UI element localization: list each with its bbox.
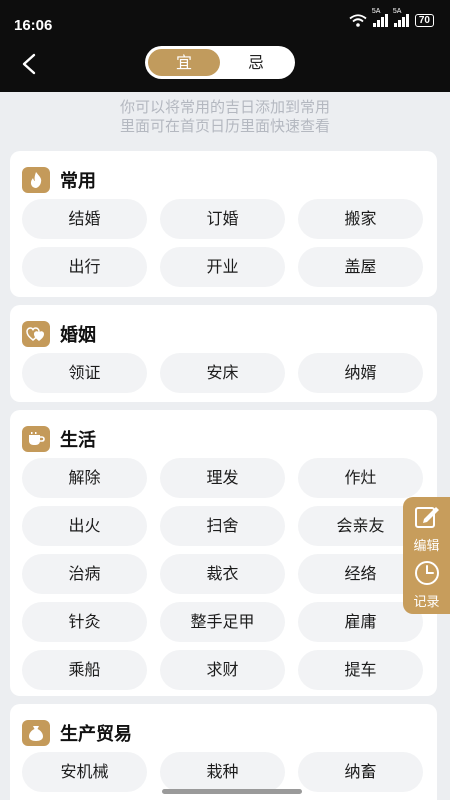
tab-ji[interactable]: 忌 bbox=[220, 49, 292, 76]
edit-icon bbox=[414, 507, 439, 528]
tag-grid: 解除 理发 作灶 出火 扫舍 会亲友 治病 裁衣 经络 针灸 整手足甲 雇庸 乘… bbox=[22, 458, 423, 690]
tag-pill[interactable]: 裁衣 bbox=[160, 554, 285, 594]
sim1-label: 5A bbox=[371, 8, 381, 15]
signal-icon: 5A bbox=[372, 8, 388, 27]
home-indicator[interactable] bbox=[162, 789, 302, 794]
flame-icon bbox=[22, 167, 50, 193]
tag-pill[interactable]: 作灶 bbox=[298, 458, 423, 498]
tag-pill[interactable]: 盖屋 bbox=[298, 247, 423, 287]
tag-pill[interactable]: 治病 bbox=[22, 554, 147, 594]
card-title: 婚姻 bbox=[60, 325, 96, 346]
hint-line-1: 你可以将常用的吉日添加到常用 bbox=[119, 98, 330, 116]
sim2-label: 5A bbox=[392, 8, 402, 15]
edit-button[interactable]: 编辑 bbox=[403, 503, 450, 554]
wifi-icon bbox=[349, 14, 367, 27]
battery-icon: 70 bbox=[414, 14, 434, 27]
status-bar: 16:06 5A 5A 70 bbox=[0, 0, 450, 36]
status-time: 16:06 bbox=[14, 17, 53, 34]
tag-pill[interactable]: 结婚 bbox=[22, 199, 147, 239]
tag-pill[interactable]: 领证 bbox=[22, 353, 147, 393]
tag-pill[interactable]: 求财 bbox=[160, 650, 285, 690]
tag-pill[interactable]: 搬家 bbox=[298, 199, 423, 239]
cup-icon bbox=[22, 426, 50, 452]
card-header: 婚姻 bbox=[22, 321, 96, 347]
tag-pill[interactable]: 纳婿 bbox=[298, 353, 423, 393]
tag-pill[interactable]: 安机械 bbox=[22, 752, 147, 792]
tag-pill[interactable]: 出行 bbox=[22, 247, 147, 287]
clock-icon bbox=[414, 561, 439, 585]
category-card-life: 生活 解除 理发 作灶 出火 扫舍 会亲友 治病 裁衣 经络 针灸 整手足甲 雇… bbox=[10, 410, 437, 696]
tag-pill[interactable]: 针灸 bbox=[22, 602, 147, 642]
tag-grid: 安机械 栽种 纳畜 bbox=[22, 752, 423, 792]
tag-grid: 领证 安床 纳婿 bbox=[22, 353, 423, 393]
tag-pill[interactable]: 提车 bbox=[298, 650, 423, 690]
category-card-common: 常用 结婚 订婚 搬家 出行 开业 盖屋 bbox=[10, 151, 437, 297]
card-title: 常用 bbox=[60, 171, 96, 192]
card-title: 生产贸易 bbox=[60, 724, 132, 745]
hint-line-2: 里面可在首页日历里面快速查看 bbox=[119, 117, 330, 135]
tag-pill[interactable]: 乘船 bbox=[22, 650, 147, 690]
card-header: 生产贸易 bbox=[22, 720, 132, 746]
category-card-trade: 生产贸易 安机械 栽种 纳畜 bbox=[10, 704, 437, 800]
card-header: 生活 bbox=[22, 426, 96, 452]
yi-ji-toggle[interactable]: 宜 忌 bbox=[145, 46, 295, 79]
category-card-marriage: 婚姻 领证 安床 纳婿 bbox=[10, 305, 437, 402]
tag-pill[interactable]: 出火 bbox=[22, 506, 147, 546]
tag-pill[interactable]: 安床 bbox=[160, 353, 285, 393]
top-bar: 16:06 5A 5A 70 宜 忌 bbox=[0, 0, 450, 92]
tag-pill[interactable]: 订婚 bbox=[160, 199, 285, 239]
record-button[interactable]: 记录 bbox=[403, 559, 450, 610]
tag-pill[interactable]: 扫舍 bbox=[160, 506, 285, 546]
tag-pill[interactable]: 栽种 bbox=[160, 752, 285, 792]
tab-yi[interactable]: 宜 bbox=[148, 49, 220, 76]
card-header: 常用 bbox=[22, 167, 96, 193]
edit-label: 编辑 bbox=[413, 539, 440, 554]
tag-pill[interactable]: 纳畜 bbox=[298, 752, 423, 792]
tag-pill[interactable]: 理发 bbox=[160, 458, 285, 498]
tag-pill[interactable]: 整手足甲 bbox=[160, 602, 285, 642]
back-arrow-icon[interactable] bbox=[18, 52, 42, 76]
record-label: 记录 bbox=[413, 595, 440, 610]
money-bag-icon bbox=[22, 720, 50, 746]
tag-grid: 结婚 订婚 搬家 出行 开业 盖屋 bbox=[22, 199, 423, 287]
float-action-panel: 编辑 记录 bbox=[403, 497, 450, 614]
signal-icon: 5A bbox=[393, 8, 409, 27]
hint-text: 你可以将常用的吉日添加到常用 里面可在首页日历里面快速查看 bbox=[0, 98, 450, 136]
card-title: 生活 bbox=[60, 430, 96, 451]
tag-pill[interactable]: 开业 bbox=[160, 247, 285, 287]
tag-pill[interactable]: 解除 bbox=[22, 458, 147, 498]
status-icons: 5A 5A 70 bbox=[349, 8, 434, 27]
hearts-icon bbox=[22, 321, 50, 347]
